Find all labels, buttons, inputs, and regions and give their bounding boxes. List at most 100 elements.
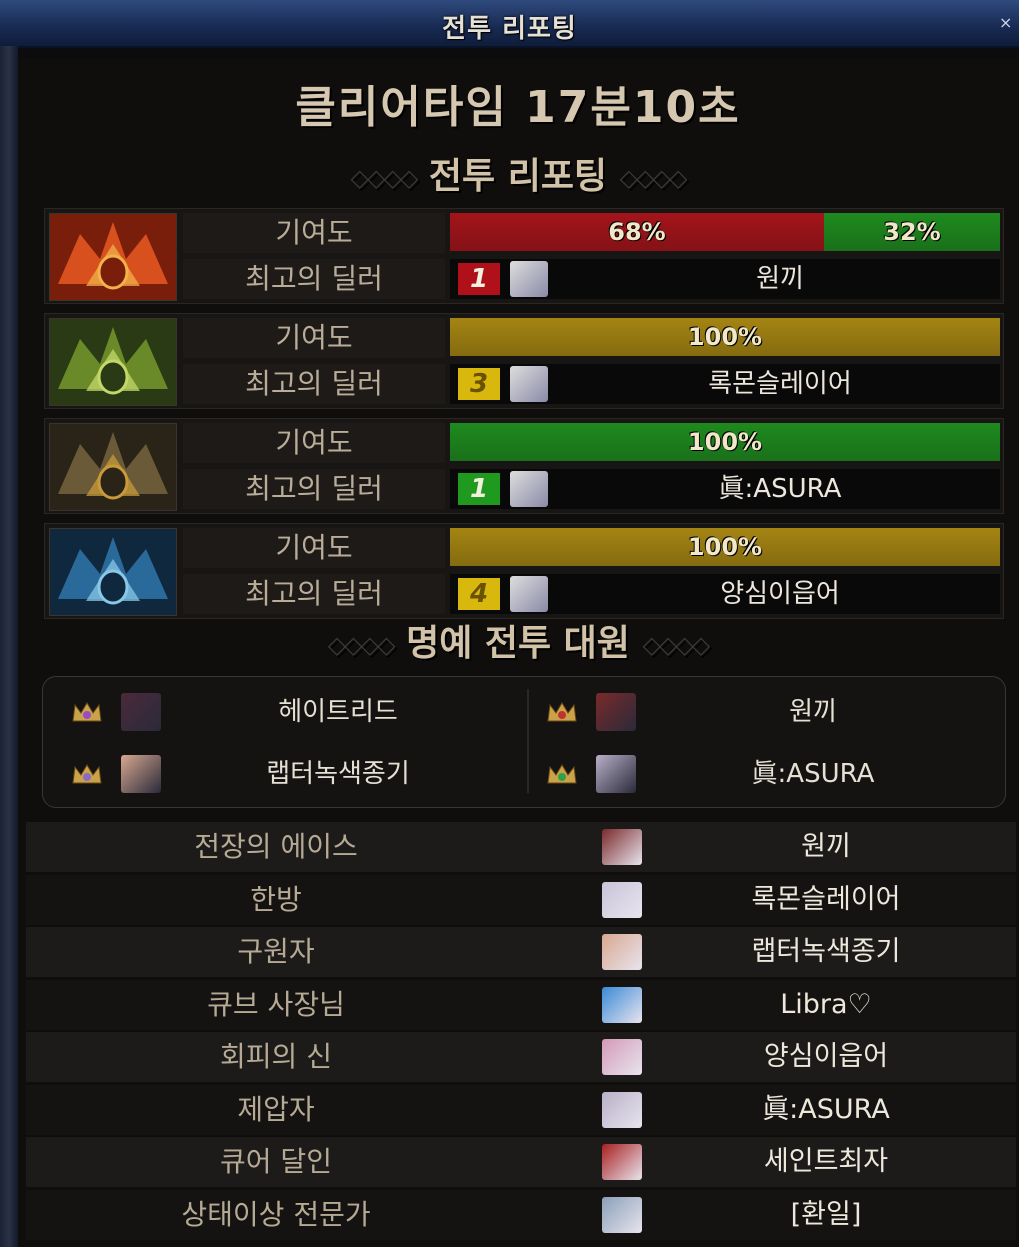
rank-badge: 4 — [458, 578, 500, 610]
ornament-left-icon: ◇◇◇◇ — [327, 631, 396, 659]
award-player: 원끼 — [801, 831, 851, 862]
report-row: 기여도최고의 딜러 100% 1 眞:ASURA — [44, 418, 1004, 514]
player-portrait-icon — [602, 881, 642, 918]
ornament-right-icon: ◇◇◇◇ — [642, 631, 710, 659]
award-player: 眞:ASURA — [762, 1093, 890, 1125]
rank-badge: 3 — [458, 368, 500, 400]
best-dealer[interactable]: 4 양심이읍어 — [450, 574, 1000, 614]
award-row[interactable]: 구원자 랩터녹색종기 — [26, 927, 1016, 977]
award-title: 제압자 — [237, 1092, 315, 1126]
best-dealer-label: 최고의 딜러 — [183, 574, 445, 614]
award-title: 구원자 — [237, 935, 315, 968]
player-portrait-icon — [602, 934, 642, 970]
player-portrait-icon — [121, 755, 161, 793]
rank-badge: 1 — [458, 473, 500, 505]
report-section-header: ◇◇◇◇ 전투 리포팅 ◇◇◇◇ — [22, 152, 1014, 202]
best-dealer-label: 최고의 딜러 — [183, 259, 445, 299]
honor-member-name: 헤이트리드 — [278, 697, 398, 727]
award-row[interactable]: 큐어 달인 세인트최자 — [26, 1137, 1016, 1187]
report-section-title: 전투 리포팅 — [428, 156, 608, 197]
player-portrait-icon — [510, 471, 548, 507]
honor-member-name: 원끼 — [789, 697, 837, 727]
player-portrait-icon — [602, 1196, 642, 1233]
ornament-left-icon: ◇◇◇◇ — [350, 164, 419, 192]
honor-member[interactable]: 랩터녹색종기 — [43, 745, 513, 803]
award-player: Libra♡ — [780, 988, 872, 1020]
contribution-bar: 100% — [450, 528, 1000, 566]
contribution-segment: 32% — [824, 213, 1000, 251]
contribution-label: 기여도 — [183, 528, 445, 568]
honor-member-name: 랩터녹색종기 — [266, 759, 410, 789]
crown-icon — [71, 763, 103, 785]
green-crest-icon — [49, 318, 177, 406]
contribution-segment: 100% — [450, 423, 1000, 461]
player-portrait-icon — [602, 829, 642, 865]
player-portrait-icon — [602, 1091, 642, 1128]
award-title: 한방 — [250, 882, 302, 916]
award-row[interactable]: 전장의 에이스 원끼 — [26, 822, 1016, 872]
award-row[interactable]: 한방 록몬슬레이어 — [26, 874, 1016, 925]
report-row: 기여도최고의 딜러 68% 32% 1 원끼 — [44, 208, 1004, 304]
award-player: 랩터녹색종기 — [751, 936, 901, 967]
dealer-name: 양심이읍어 — [720, 579, 840, 609]
background-strip — [0, 46, 18, 1247]
report-row: 기여도최고의 딜러 100% 3 록몬슬레이어 — [44, 313, 1004, 409]
best-dealer-label: 최고의 딜러 — [183, 364, 445, 404]
contribution-segment: 68% — [450, 213, 824, 251]
honor-member[interactable]: 眞:ASURA — [518, 745, 988, 803]
best-dealer[interactable]: 1 眞:ASURA — [450, 469, 1000, 509]
award-title: 상태이상 전문가 — [181, 1197, 371, 1231]
honor-members-box: 헤이트리드 원끼랩터녹색종기 眞:ASURA — [42, 676, 1006, 808]
player-portrait-icon — [602, 1039, 642, 1075]
crown-icon — [71, 701, 103, 723]
contribution-bar: 68% 32% — [450, 213, 1000, 251]
player-portrait-icon — [121, 693, 161, 731]
ornament-right-icon: ◇◇◇◇ — [619, 164, 688, 192]
dealer-name: 록몬슬레이어 — [708, 369, 852, 399]
award-player: [환일] — [790, 1198, 862, 1230]
clear-time: 클리어타임 17분10초 — [295, 82, 741, 133]
contribution-bar: 100% — [450, 318, 1000, 356]
dealer-name: 眞:ASURA — [718, 474, 842, 504]
blue-crest-icon — [49, 528, 177, 616]
contribution-label: 기여도 — [183, 318, 445, 358]
award-title: 큐어 달인 — [220, 1145, 332, 1178]
window-titlebar[interactable]: 전투 리포팅 × — [0, 0, 1019, 48]
contribution-bar: 100% — [450, 423, 1000, 461]
contribution-label: 기여도 — [183, 423, 445, 463]
award-row[interactable]: 제압자 眞:ASURA — [26, 1084, 1016, 1135]
honor-member[interactable]: 헤이트리드 — [43, 683, 513, 741]
honor-member-name: 眞:ASURA — [751, 759, 875, 789]
player-portrait-icon — [596, 755, 636, 793]
window-title: 전투 리포팅 — [442, 14, 577, 44]
best-dealer[interactable]: 3 록몬슬레이어 — [450, 364, 1000, 404]
best-dealer[interactable]: 1 원끼 — [450, 259, 1000, 299]
player-portrait-icon — [602, 1144, 642, 1180]
gold-crest-icon — [49, 423, 177, 511]
award-row[interactable]: 회피의 신 양심이읍어 — [26, 1032, 1016, 1082]
award-player: 세인트최자 — [763, 1146, 889, 1177]
award-row[interactable]: 큐브 사장님 Libra♡ — [26, 979, 1016, 1030]
contribution-segment: 100% — [450, 528, 1000, 566]
honor-member[interactable]: 원끼 — [518, 683, 988, 741]
rank-badge: 1 — [458, 263, 500, 295]
player-portrait-icon — [510, 261, 548, 297]
award-row[interactable]: 상태이상 전문가 [환일] — [26, 1189, 1016, 1240]
award-title: 전장의 에이스 — [194, 830, 358, 863]
crown-icon — [546, 701, 578, 723]
award-player: 록몬슬레이어 — [751, 883, 901, 915]
award-title: 회피의 신 — [220, 1040, 332, 1073]
player-portrait-icon — [510, 366, 548, 402]
honor-section-header: ◇◇◇◇ 명예 전투 대원 ◇◇◇◇ — [22, 616, 1014, 672]
fire-crest-icon — [49, 213, 177, 301]
player-portrait-icon — [510, 576, 548, 612]
honor-section-title: 명예 전투 대원 — [406, 623, 630, 664]
close-icon[interactable]: × — [999, 14, 1015, 32]
award-player: 양심이읍어 — [763, 1041, 889, 1072]
player-portrait-icon — [596, 693, 636, 731]
report-row: 기여도최고의 딜러 100% 4 양심이읍어 — [44, 523, 1004, 619]
best-dealer-label: 최고의 딜러 — [183, 469, 445, 509]
dealer-name: 원끼 — [756, 264, 804, 294]
crown-icon — [546, 763, 578, 785]
contribution-label: 기여도 — [183, 213, 445, 253]
